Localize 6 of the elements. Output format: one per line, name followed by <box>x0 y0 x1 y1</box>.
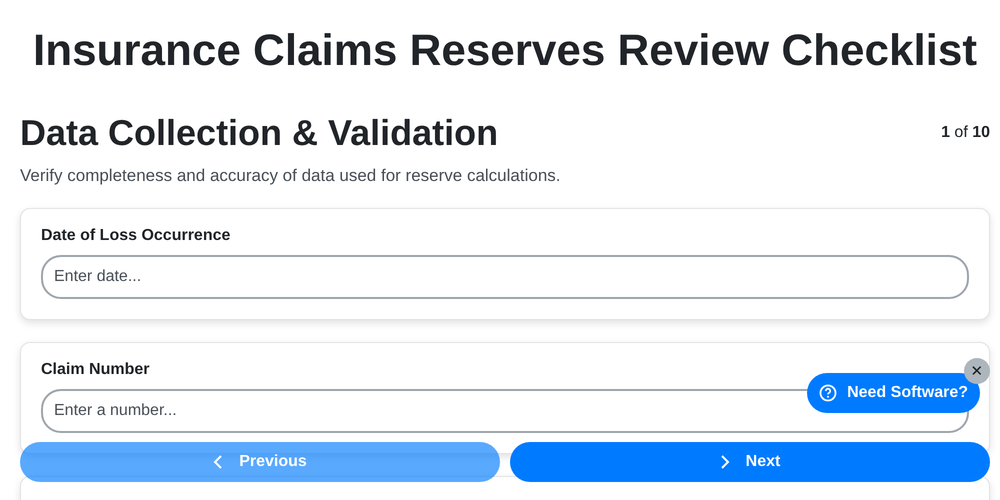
page-title: Insurance Claims Reserves Review Checklist <box>32 25 978 76</box>
field-label: Date of Loss Occurrence <box>41 227 232 245</box>
section-description: Verify completeness and accuracy of data used for reserve calculations. <box>20 166 562 186</box>
field-label: Claim Number <box>41 361 150 379</box>
section-heading: Data Collection & Validation <box>20 112 498 154</box>
page-counter: 1 of 10 <box>941 124 990 142</box>
